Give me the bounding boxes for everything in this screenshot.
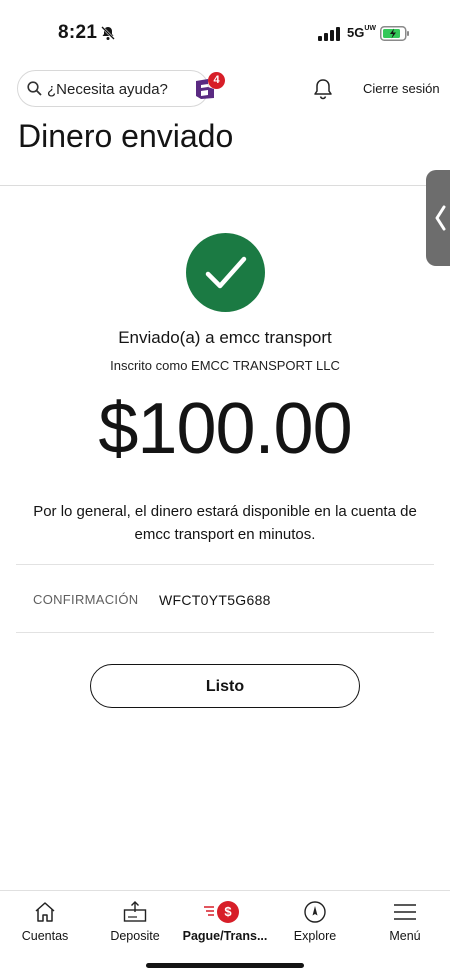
divider [16,564,434,565]
page-title: Dinero enviado [18,118,234,154]
done-button[interactable]: Listo [90,664,360,708]
compass-icon [304,901,326,923]
bell-muted-icon [101,26,115,40]
network-sublabel: UW [364,25,377,32]
divider [16,632,434,633]
network-label: 5GUW [347,25,377,40]
success-indicator [186,233,265,312]
search-placeholder: ¿Necesita ayuda? [47,81,168,98]
nav-item-explore[interactable]: Explore [270,891,360,951]
chevron-left-icon [435,205,446,231]
recipient-enrollment: Inscrito como EMCC TRANSPORT LLC [110,358,340,373]
confirmation-label: CONFIRMACIÓN [33,592,139,607]
nav-label: Menú [389,929,421,943]
nav-item-menu[interactable]: Menú [360,891,450,951]
battery-icon [380,26,409,41]
menu-icon [394,904,416,920]
divider [0,185,450,186]
side-drawer-handle[interactable] [426,170,450,266]
signout-link[interactable]: Cierre sesión [363,81,440,96]
confirmation-number: WFCT0YT5G688 [159,592,271,608]
nav-item-pay-transfer[interactable]: $ Pague/Trans... [180,891,270,951]
pay-transfer-icon: $ [217,901,239,923]
search-icon [27,81,42,96]
nav-label: Pague/Trans... [182,929,268,943]
nav-item-deposit[interactable]: Deposite [90,891,180,951]
search-bar[interactable]: ¿Necesita ayuda? 4 [17,70,225,107]
nav-label: Cuentas [21,929,69,943]
transfer-amount: $100.00 [98,389,352,469]
status-time: 8:21 [58,22,98,43]
nav-label: Deposite [110,929,160,943]
motion-lines-icon [204,906,214,916]
checkmark-icon [205,256,247,289]
status-bar: 8:21 5GUW [0,0,450,62]
home-indicator [146,963,304,968]
bell-icon[interactable] [312,77,334,101]
recipient-name: Enviado(a) a emcc transport [118,328,332,347]
notification-count-badge: 4 [208,72,225,89]
home-icon [35,902,55,922]
nav-item-accounts[interactable]: Cuentas [0,891,90,951]
signal-icon [318,27,340,41]
availability-note: Por lo general, el dinero estará disponi… [33,503,417,543]
nav-label: Explore [293,929,337,943]
deposit-icon [123,901,147,922]
